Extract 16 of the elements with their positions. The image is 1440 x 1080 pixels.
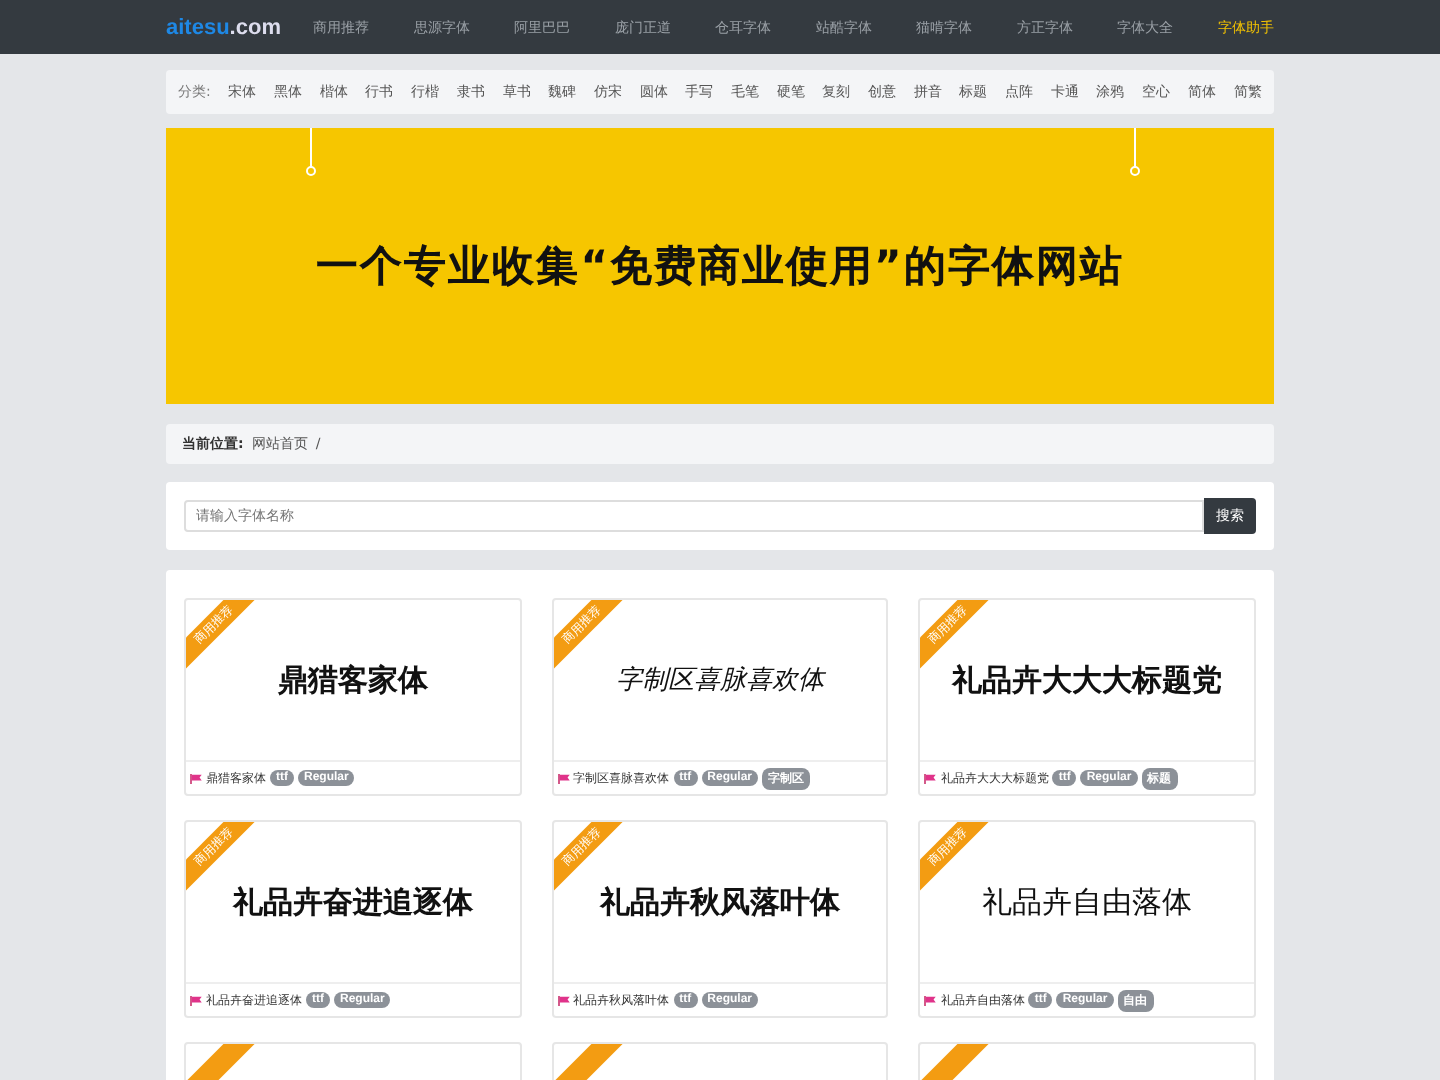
font-sample: 礼品卉自由落体: [982, 883, 1193, 921]
font-sample: 字制区喜脉喜欢体: [615, 664, 824, 698]
flag-icon: [190, 995, 202, 1005]
hanging-string-icon: [306, 128, 316, 176]
site-logo[interactable]: aitesu.com: [166, 15, 281, 39]
font-sample: 礼品卉大大大标题党: [952, 661, 1223, 699]
flag-icon: [924, 995, 937, 1005]
flag-icon: [557, 995, 570, 1005]
flag-icon: [190, 773, 202, 783]
font-sample: 鼎猎客家体: [277, 661, 428, 699]
flag-icon: [924, 773, 937, 783]
banner-headline: 一个专业收集“免费商业使用”的字体网站: [316, 240, 1124, 294]
hanging-string-icon: [1130, 128, 1140, 176]
font-sample: 礼品卉奋进追逐体: [232, 883, 473, 921]
font-sample: 礼品卉秋风落叶体: [599, 883, 840, 921]
flag-icon: [557, 773, 570, 783]
